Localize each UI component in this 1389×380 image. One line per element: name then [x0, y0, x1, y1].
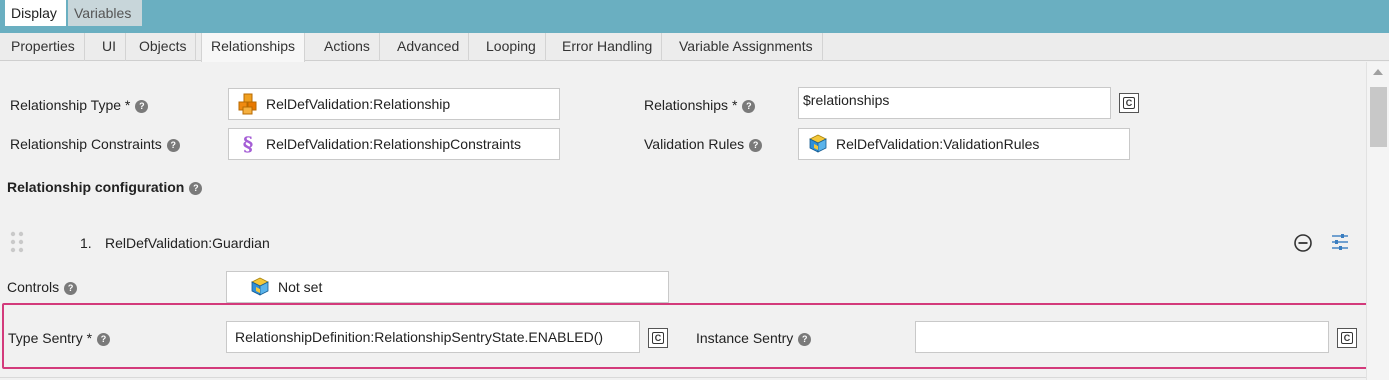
item-number: 1.: [80, 235, 92, 251]
tab-error-handling[interactable]: Error Handling: [553, 33, 663, 61]
relationship-type-field[interactable]: RelDefValidation:Relationship: [228, 88, 560, 120]
tab-ui[interactable]: UI: [93, 33, 126, 61]
top-tab-variables[interactable]: Variables: [68, 0, 142, 26]
help-icon[interactable]: ?: [97, 333, 111, 346]
cubes-blue-icon: [809, 134, 827, 153]
relationship-type-label: Relationship Type *?: [10, 97, 149, 113]
tab-actions[interactable]: Actions: [315, 33, 380, 61]
relationship-constraints-field[interactable]: § RelDefValidation:RelationshipConstrain…: [228, 128, 560, 160]
scrollbar-thumb[interactable]: [1370, 87, 1387, 147]
drag-handle-icon[interactable]: [10, 231, 26, 255]
tabs-bar: Properties UI Objects Relationships Acti…: [0, 33, 1389, 62]
instance-sentry-label: Instance Sentry?: [696, 330, 812, 346]
type-sentry-label: Type Sentry *?: [8, 330, 111, 346]
divider: [0, 377, 1366, 378]
type-sentry-field[interactable]: RelationshipDefinition:RelationshipSentr…: [226, 321, 640, 353]
tab-variable-assignments[interactable]: Variable Assignments: [670, 33, 823, 61]
help-icon[interactable]: ?: [166, 139, 180, 152]
code-editor-icon: C: [1343, 333, 1351, 343]
instance-sentry-field[interactable]: [915, 321, 1329, 353]
tab-objects[interactable]: Objects: [130, 33, 197, 61]
controls-value: Not set: [278, 279, 323, 295]
item-name: RelDefValidation:Guardian: [105, 235, 270, 251]
validation-rules-value: RelDefValidation:ValidationRules: [836, 136, 1040, 152]
code-editor-button[interactable]: C: [648, 328, 668, 348]
relationship-constraints-value: RelDefValidation:RelationshipConstraints: [266, 136, 521, 152]
help-icon[interactable]: ?: [798, 333, 812, 346]
top-toolbar: Display Variables: [0, 0, 1389, 33]
section-purple-icon: §: [243, 133, 253, 155]
relationship-type-value: RelDefValidation:Relationship: [266, 96, 451, 112]
cubes-orange-icon: [238, 93, 257, 115]
validation-rules-field[interactable]: RelDefValidation:ValidationRules: [798, 128, 1130, 160]
validation-rules-label: Validation Rules?: [644, 136, 763, 152]
relationships-field[interactable]: $relationships: [798, 87, 1111, 119]
help-icon[interactable]: ?: [189, 182, 203, 195]
tab-looping[interactable]: Looping: [477, 33, 546, 61]
relationships-value: $relationships: [803, 92, 890, 108]
tab-advanced[interactable]: Advanced: [388, 33, 470, 61]
code-editor-button[interactable]: C: [1337, 328, 1357, 348]
relationships-panel: Relationship Type *? RelDefValidation:Re…: [0, 62, 1368, 380]
scroll-up-arrow-icon[interactable]: [1373, 69, 1383, 75]
cubes-blue-icon: [251, 277, 269, 296]
code-editor-icon: C: [1125, 98, 1133, 108]
code-editor-button[interactable]: C: [1119, 93, 1139, 113]
sliders-icon[interactable]: [1330, 233, 1350, 251]
relationships-label: Relationships *?: [644, 97, 756, 113]
controls-field[interactable]: Not set: [226, 271, 669, 303]
help-icon[interactable]: ?: [742, 100, 756, 113]
top-tab-display[interactable]: Display: [5, 0, 66, 26]
tab-properties[interactable]: Properties: [2, 33, 85, 61]
type-sentry-value: RelationshipDefinition:RelationshipSentr…: [235, 329, 604, 345]
tab-relationships[interactable]: Relationships: [201, 33, 306, 62]
vertical-scrollbar[interactable]: [1366, 62, 1389, 380]
svg-text:§: §: [243, 133, 253, 155]
help-icon[interactable]: ?: [64, 282, 78, 295]
controls-label: Controls?: [7, 279, 78, 295]
code-editor-icon: C: [654, 333, 662, 343]
relationship-constraints-label: Relationship Constraints?: [10, 136, 180, 152]
relationship-configuration-heading: Relationship configuration?: [7, 179, 203, 195]
remove-circle-icon[interactable]: [1293, 233, 1313, 253]
help-icon[interactable]: ?: [135, 100, 149, 113]
help-icon[interactable]: ?: [749, 139, 763, 152]
